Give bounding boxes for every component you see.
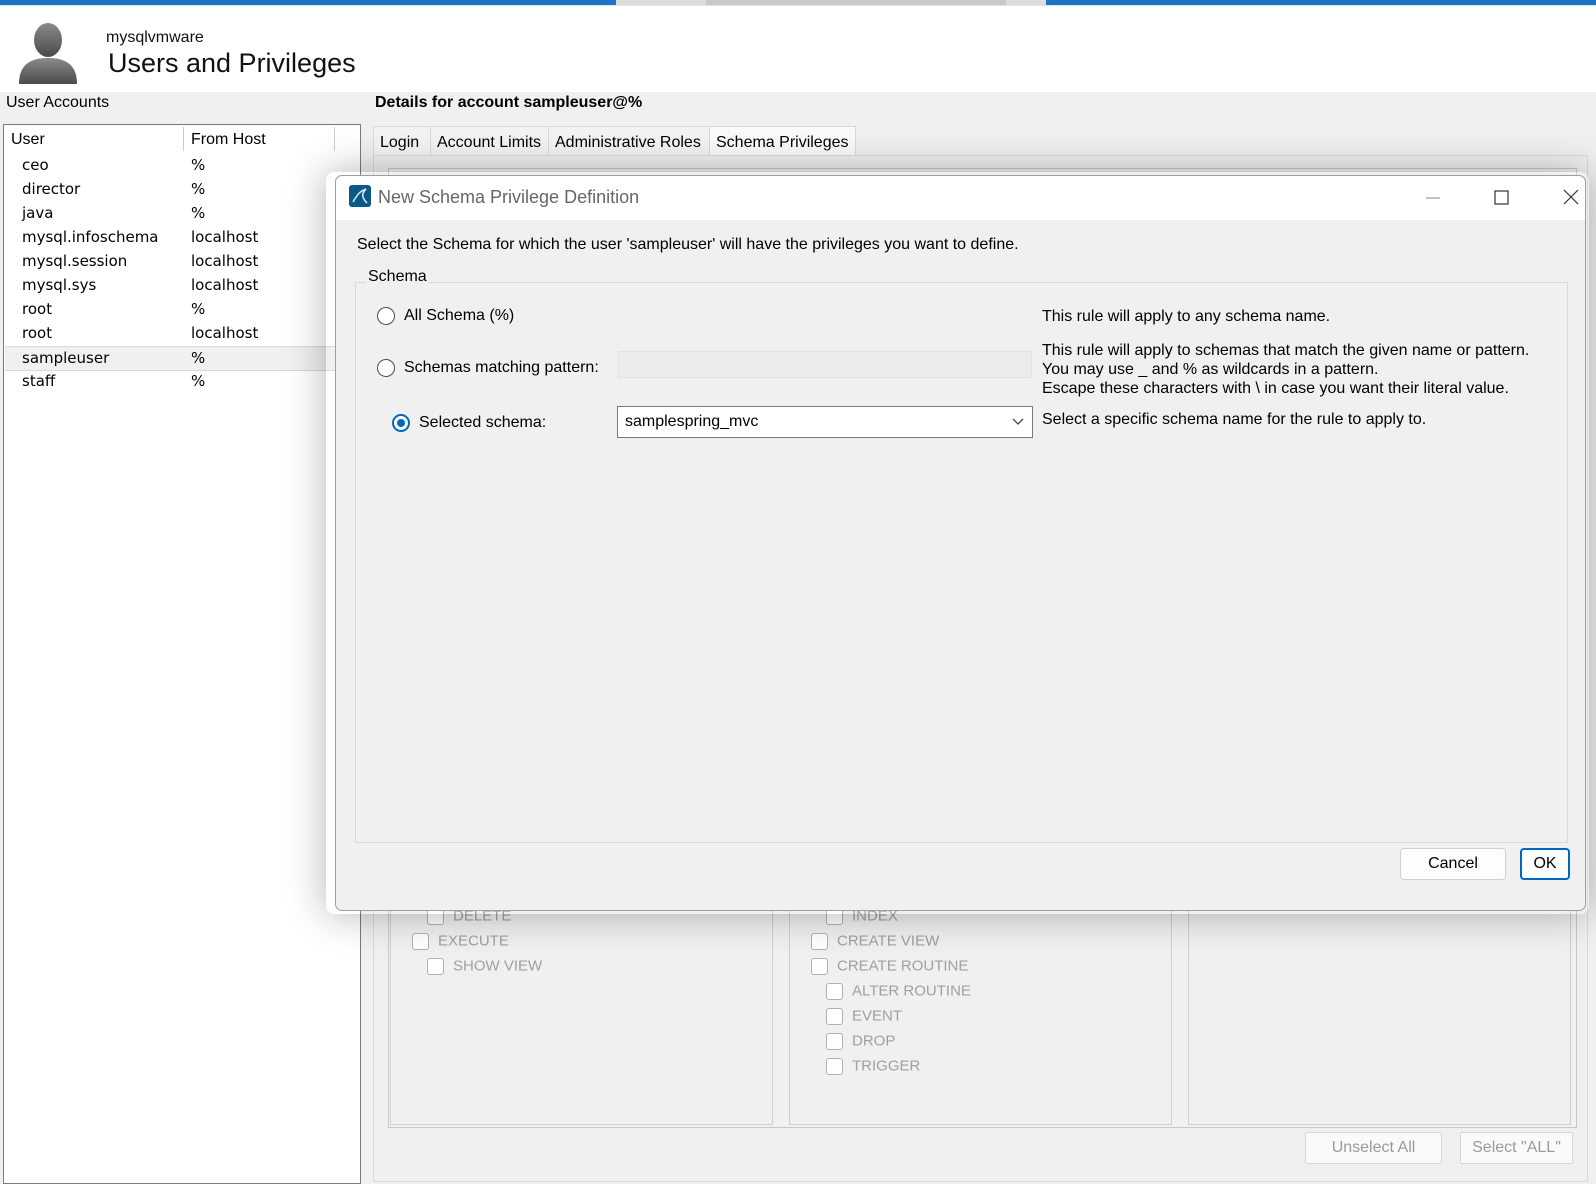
pattern-label[interactable]: Schemas matching pattern: [404, 359, 599, 377]
column-header-from-host[interactable]: From Host [191, 131, 266, 149]
minimize-icon[interactable] [1410, 180, 1456, 214]
tab-schema-privileges[interactable]: Schema Privileges [709, 126, 856, 157]
from-host-cell: localhost [191, 228, 259, 246]
dialog-titlebar[interactable]: New Schema Privilege Definition [336, 176, 1585, 220]
user-name-cell: mysql.sys [22, 276, 97, 294]
user-name-cell: mysql.session [22, 252, 128, 270]
table-row[interactable]: root localhost [5, 322, 339, 345]
selected-schema-radio[interactable] [392, 414, 410, 432]
all-schema-radio[interactable] [377, 307, 395, 325]
user-name-cell: sampleuser [22, 349, 110, 367]
pattern-radio[interactable] [377, 359, 395, 377]
privilege-group-object-rights: DELETE EXECUTE SHOW VIEW [390, 880, 773, 1125]
user-accounts-label: User Accounts [6, 94, 110, 111]
unselect-all-button[interactable]: Unselect All [1305, 1132, 1442, 1164]
pattern-description-line-3: Escape these characters with \ in case y… [1042, 380, 1509, 397]
tab-login[interactable]: Login [373, 126, 431, 156]
checkbox-execute[interactable]: EXECUTE [412, 932, 509, 954]
close-icon[interactable] [1548, 180, 1594, 214]
privilege-group-ddl-rights: INDEX CREATE VIEW CREATE ROUTINE ALTER R… [789, 880, 1172, 1125]
column-header-user[interactable]: User [11, 131, 45, 149]
connection-name: mysqlvmware [106, 29, 204, 46]
table-row[interactable]: java% [5, 202, 339, 225]
selected-schema-label[interactable]: Selected schema: [419, 414, 546, 432]
pattern-description-line-1: This rule will apply to schemas that mat… [1042, 342, 1530, 359]
user-avatar-icon [17, 20, 79, 84]
schema-select[interactable]: samplespring_mvc [617, 406, 1033, 438]
checkbox-drop[interactable]: DROP [826, 1032, 895, 1054]
checkbox-create-view[interactable]: CREATE VIEW [811, 932, 939, 954]
checkbox-trigger[interactable]: TRIGGER [826, 1057, 920, 1079]
user-name-cell: root [22, 324, 53, 342]
table-row[interactable]: staff% [5, 370, 339, 393]
schema-group-label: Schema [366, 268, 429, 286]
cancel-button[interactable]: Cancel [1400, 848, 1506, 880]
chevron-down-icon [1010, 413, 1026, 429]
tab-account-limits[interactable]: Account Limits [430, 126, 549, 156]
user-name-cell: root [22, 300, 53, 318]
maximize-icon[interactable] [1479, 180, 1525, 214]
from-host-cell: localhost [191, 324, 259, 342]
tab-administrative-roles[interactable]: Administrative Roles [548, 126, 710, 156]
checkbox-create-routine[interactable]: CREATE ROUTINE [811, 957, 968, 979]
ok-button[interactable]: OK [1520, 848, 1570, 880]
table-row[interactable]: sampleuser% [5, 346, 339, 371]
schema-select-value: samplespring_mvc [625, 413, 759, 430]
privilege-group-other-rights [1188, 880, 1571, 1125]
new-schema-privilege-dialog: New Schema Privilege Definition Select t… [335, 175, 1586, 911]
table-row[interactable]: mysql.session localhost [5, 250, 339, 273]
checkbox-alter-routine[interactable]: ALTER ROUTINE [826, 982, 971, 1004]
all-schema-description: This rule will apply to any schema name. [1042, 308, 1331, 325]
user-name-cell: mysql.infoschema [22, 228, 159, 246]
selected-schema-description: Select a specific schema name for the ru… [1042, 411, 1427, 428]
table-row[interactable]: mysql.sys localhost [5, 274, 339, 297]
user-name-cell: java [22, 204, 54, 222]
from-host-cell: % [191, 180, 206, 198]
from-host-cell: % [191, 372, 206, 390]
table-row[interactable]: root% [5, 298, 339, 321]
account-details-title: Details for account sampleuser@% [375, 94, 643, 111]
all-schema-label[interactable]: All Schema (%) [404, 307, 514, 325]
page-title: Users and Privileges [108, 48, 356, 78]
pattern-input[interactable] [618, 351, 1032, 378]
user-accounts-list[interactable]: User From Host ceo% director% java% mysql.i… [3, 124, 361, 1184]
user-name-cell: director [22, 180, 81, 198]
from-host-cell: % [191, 349, 206, 367]
list-header: User From Host [4, 125, 360, 153]
from-host-cell: % [191, 204, 206, 222]
checkbox-show-view[interactable]: SHOW VIEW [427, 957, 542, 979]
dialog-prompt: Select the Schema for which the user 'sa… [357, 236, 1019, 253]
user-name-cell: ceo [22, 156, 49, 174]
from-host-cell: localhost [191, 252, 259, 270]
dialog-title: New Schema Privilege Definition [378, 187, 640, 207]
table-row[interactable]: mysql.infoschema localhost [5, 226, 339, 249]
from-host-cell: % [191, 300, 206, 318]
table-row[interactable]: director% [5, 178, 339, 201]
mysql-workbench-icon [349, 185, 371, 207]
from-host-cell: localhost [191, 276, 259, 294]
user-name-cell: staff [22, 372, 56, 390]
select-all-button[interactable]: Select "ALL" [1460, 1132, 1573, 1164]
from-host-cell: % [191, 156, 206, 174]
checkbox-event[interactable]: EVENT [826, 1007, 902, 1029]
pattern-description-line-2: You may use _ and % as wildcards in a pa… [1042, 361, 1379, 378]
table-row[interactable]: ceo% [5, 154, 339, 177]
